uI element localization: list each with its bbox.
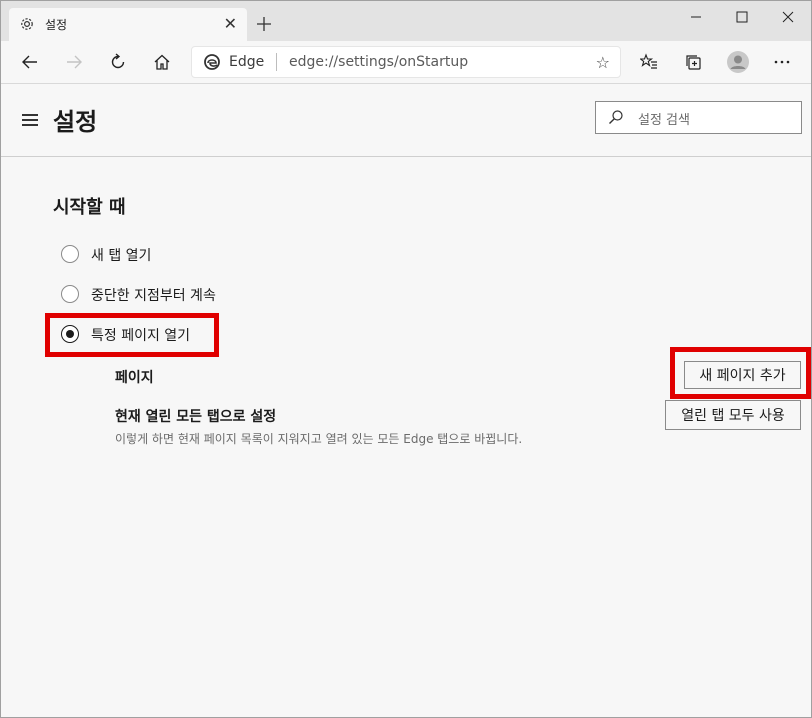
- title-bar: 설정 ✕: [1, 1, 811, 41]
- back-arrow-icon: [22, 55, 37, 69]
- url-text[interactable]: edge://settings/onStartup: [289, 54, 468, 70]
- forward-arrow-icon: [67, 55, 82, 69]
- forward-button[interactable]: [59, 47, 89, 77]
- edge-logo-icon: [204, 54, 220, 70]
- radio-button[interactable]: [61, 285, 79, 303]
- home-icon: [154, 54, 170, 70]
- profile-button[interactable]: [723, 47, 753, 77]
- add-favorite-icon[interactable]: ☆: [596, 53, 610, 72]
- refresh-button[interactable]: [103, 47, 133, 77]
- radio-button[interactable]: [61, 245, 79, 263]
- highlight-box: [45, 313, 219, 357]
- section-title: 시작할 때: [53, 197, 126, 218]
- use-current-tabs-title: 현재 열린 모든 탭으로 설정: [115, 409, 277, 425]
- minimize-icon: [691, 16, 701, 18]
- collections-button[interactable]: [678, 47, 708, 77]
- maximize-button[interactable]: [719, 1, 765, 33]
- highlight-box: [670, 347, 811, 399]
- address-bar[interactable]: Edge edge://settings/onStartup ☆: [191, 46, 621, 78]
- refresh-icon: [111, 53, 125, 69]
- browser-tab[interactable]: 설정 ✕: [9, 8, 247, 41]
- browser-window: 설정 ✕ Edge edge://settings/onStartup ☆ 설정…: [0, 0, 812, 718]
- favorites-icon: [640, 53, 657, 69]
- settings-search-input[interactable]: 설정 검색: [595, 101, 802, 134]
- close-icon: [782, 11, 794, 23]
- maximize-icon: [736, 11, 748, 23]
- option-label: 중단한 지점부터 계속: [91, 288, 216, 304]
- search-icon: [609, 110, 623, 124]
- option-label: 새 탭 열기: [91, 248, 152, 264]
- avatar-icon: [727, 51, 749, 73]
- address-separator: [276, 53, 277, 71]
- use-current-tabs-description: 이렇게 하면 현재 페이지 목록이 지워지고 열려 있는 모든 Edge 탭으로…: [115, 432, 523, 446]
- settings-header: 설정 설정 검색: [1, 84, 811, 157]
- tab-title: 설정: [45, 18, 68, 32]
- back-button[interactable]: [15, 47, 45, 77]
- pages-label: 페이지: [115, 370, 154, 386]
- browser-toolbar: Edge edge://settings/onStartup ☆: [1, 41, 811, 84]
- more-dots-icon: [774, 60, 790, 64]
- menu-icon[interactable]: [22, 114, 38, 126]
- new-tab-icon[interactable]: [253, 13, 275, 35]
- use-all-tabs-button[interactable]: 열린 탭 모두 사용: [665, 400, 801, 430]
- site-label: Edge: [229, 54, 265, 70]
- search-placeholder: 설정 검색: [638, 113, 690, 128]
- home-button[interactable]: [147, 47, 177, 77]
- minimize-button[interactable]: [673, 1, 719, 33]
- page-title: 설정: [53, 108, 98, 136]
- collections-icon: [686, 55, 701, 70]
- favorites-button[interactable]: [634, 47, 664, 77]
- tab-close-icon[interactable]: ✕: [224, 14, 237, 34]
- close-window-button[interactable]: [765, 1, 811, 33]
- more-options-button[interactable]: [767, 47, 797, 77]
- gear-icon: [21, 18, 33, 30]
